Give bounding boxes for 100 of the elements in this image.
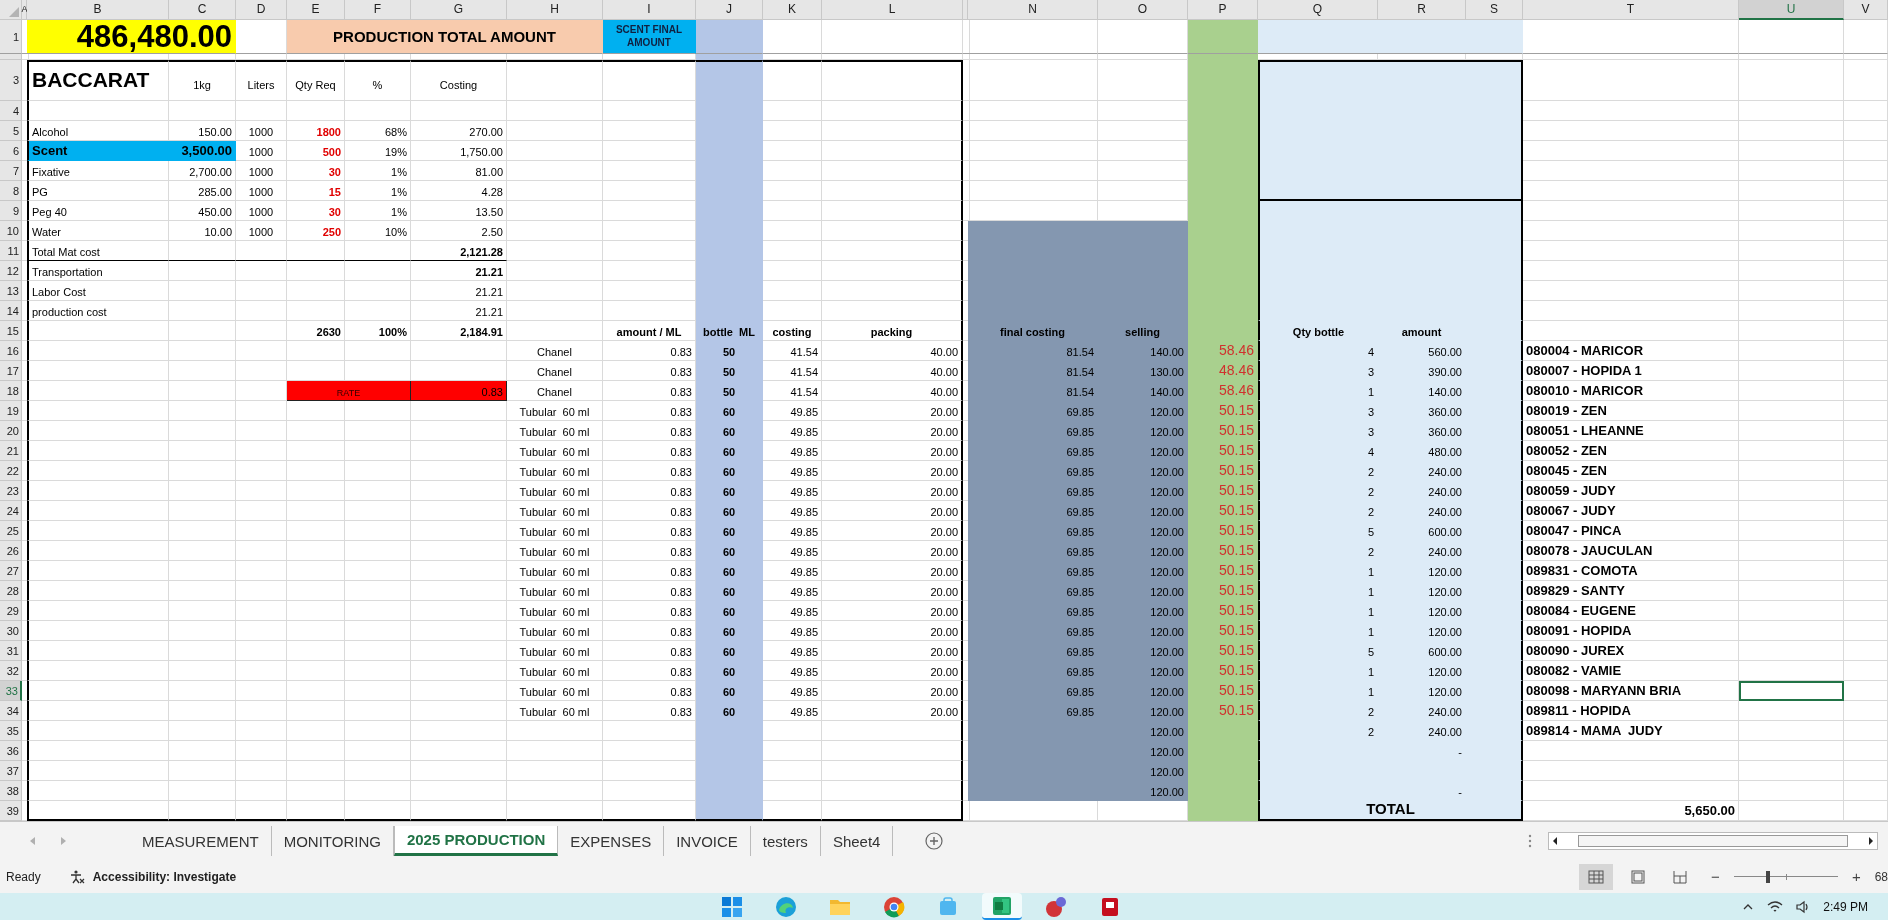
scrollbar-thumb[interactable] [1578, 835, 1848, 848]
column-header[interactable]: C [169, 0, 236, 20]
row-number[interactable]: 33 [0, 681, 22, 701]
row-number[interactable]: 32 [0, 661, 22, 681]
row-number[interactable]: 23 [0, 481, 22, 501]
sheet-tab[interactable]: INVOICE [664, 826, 751, 857]
column-header[interactable]: G [411, 0, 507, 20]
column-header[interactable]: U [1739, 0, 1844, 20]
row-number[interactable]: 29 [0, 601, 22, 621]
row-number[interactable]: 5 [0, 121, 22, 141]
row-number[interactable]: 20 [0, 421, 22, 441]
app-icon [1044, 895, 1068, 918]
horizontal-scrollbar[interactable] [1548, 832, 1878, 851]
accessibility-status[interactable]: Accessibility: Investigate [92, 869, 237, 884]
more-icon[interactable] [1528, 834, 1532, 849]
row-number[interactable]: 8 [0, 181, 22, 201]
sheet-tab[interactable]: EXPENSES [558, 826, 665, 857]
row-number[interactable]: 21 [0, 441, 22, 461]
row-number[interactable]: 10 [0, 221, 22, 241]
row-number[interactable]: 17 [0, 361, 22, 381]
column-header[interactable]: V [1844, 0, 1888, 20]
column-header[interactable]: L [822, 0, 963, 20]
row-number[interactable]: 22 [0, 461, 22, 481]
row-number[interactable]: 25 [0, 521, 22, 541]
row-number[interactable]: 19 [0, 401, 22, 421]
column-header[interactable]: O [1098, 0, 1188, 20]
wifi-icon[interactable] [1767, 899, 1784, 914]
row-number[interactable]: 12 [0, 261, 22, 281]
column-header[interactable]: F [345, 0, 411, 20]
column-header[interactable]: Q [1258, 0, 1378, 20]
row-number[interactable]: 39 [0, 801, 22, 821]
row-number[interactable]: 24 [0, 501, 22, 521]
table-cell: Labor Cost [27, 281, 169, 301]
clock-time[interactable]: 2:49 PM [1823, 899, 1868, 914]
table-cell: 240.00 [1378, 721, 1466, 741]
column-header[interactable]: K [763, 0, 822, 20]
row-number[interactable]: 7 [0, 161, 22, 181]
row-number[interactable]: 36 [0, 741, 22, 761]
table-cell: 1000 [236, 201, 287, 221]
sheet-tab[interactable]: MEASUREMENT [130, 826, 272, 857]
row-number[interactable]: 6 [0, 141, 22, 161]
column-header[interactable]: J [696, 0, 763, 20]
table-cell: PG [27, 181, 169, 201]
row-number[interactable]: 35 [0, 721, 22, 741]
table-cell: 68% [345, 121, 411, 141]
column-header[interactable]: B [27, 0, 169, 20]
zoom-in-button[interactable]: + [1845, 868, 1867, 886]
table-cell: 41.54 [763, 341, 822, 361]
row-number[interactable]: 4 [0, 101, 22, 121]
column-header[interactable]: N [968, 0, 1098, 20]
column-header[interactable]: D [236, 0, 287, 20]
sheet-tab[interactable]: MONITORING [271, 826, 394, 857]
row-number[interactable]: 16 [0, 341, 22, 361]
sheet-tab[interactable]: 2025 PRODUCTION [393, 826, 559, 857]
row-number[interactable]: 15 [0, 321, 22, 341]
table-cell: 2,700.00 [169, 161, 236, 181]
row-number[interactable]: 3 [0, 60, 22, 101]
row-number[interactable]: 30 [0, 621, 22, 641]
sheet-tab[interactable]: Sheet4 [820, 826, 894, 857]
row-number[interactable]: 38 [0, 781, 22, 801]
row-number[interactable]: 11 [0, 241, 22, 261]
row-number[interactable]: 14 [0, 301, 22, 321]
previous-sheet-icon[interactable] [28, 836, 36, 847]
next-sheet-icon[interactable] [60, 836, 68, 847]
normal-view-button[interactable] [1579, 863, 1614, 890]
row-number[interactable]: 13 [0, 281, 22, 301]
zoom-out-button[interactable]: − [1705, 868, 1726, 886]
grid-icon [1588, 869, 1605, 884]
table-cell: Tubular 60 ml [507, 681, 603, 701]
table-cell: 49.85 [763, 441, 822, 461]
row-number[interactable]: 26 [0, 541, 22, 561]
browser-icon [775, 895, 797, 918]
taskbar-button[interactable] [982, 893, 1022, 920]
column-header[interactable]: I [603, 0, 696, 20]
column-header[interactable]: H [507, 0, 603, 20]
column-header[interactable]: E [287, 0, 345, 20]
row-number[interactable]: 28 [0, 581, 22, 601]
table-cell: 60 [696, 581, 763, 601]
row-number[interactable]: 9 [0, 201, 22, 221]
column-header[interactable]: T [1523, 0, 1739, 20]
column-header[interactable]: P [1188, 0, 1258, 20]
zoom-level[interactable]: 68 [1874, 869, 1888, 884]
table-cell: production cost [27, 301, 169, 321]
table-cell: 69.85 [968, 541, 1098, 561]
row-number[interactable]: 27 [0, 561, 22, 581]
sheet-tab[interactable]: testers [750, 826, 821, 857]
zoom-slider-thumb[interactable] [1766, 870, 1771, 883]
row-number[interactable]: 34 [0, 701, 22, 721]
table-cell: 60 [696, 701, 763, 721]
accessibility-icon[interactable] [68, 868, 85, 885]
row-number[interactable]: 1 [0, 20, 22, 54]
table-cell: 140.00 [1378, 381, 1466, 401]
column-header[interactable]: S [1466, 0, 1523, 20]
row-number[interactable]: 31 [0, 641, 22, 661]
column-header[interactable]: R [1378, 0, 1466, 20]
table-cell: 50.15 [1188, 401, 1258, 421]
total-label: PRODUCTION TOTAL AMOUNT [287, 20, 603, 54]
row-number[interactable]: 37 [0, 761, 22, 781]
row-number[interactable]: 18 [0, 381, 22, 401]
add-sheet-icon[interactable] [925, 832, 944, 851]
